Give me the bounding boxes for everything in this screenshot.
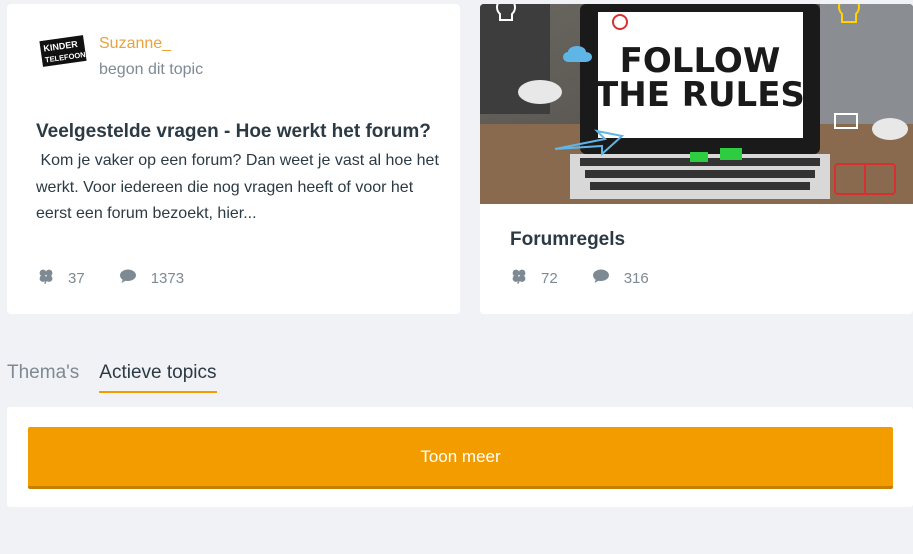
clover-icon	[38, 268, 54, 288]
topic-stats: 72 316	[511, 268, 683, 288]
tab-actieve-topics[interactable]: Actieve topics	[99, 362, 217, 393]
hero-text-rules: THE RULES	[595, 75, 805, 115]
kindertelefoon-logo: KINDER TELEFOON	[39, 34, 87, 68]
show-more-button[interactable]: Toon meer	[28, 427, 893, 489]
replies-count: 316	[623, 269, 649, 287]
follow-the-rules-image[interactable]: FOLLOW THE RULES	[480, 4, 913, 204]
topic-card-faq[interactable]: KINDER TELEFOON Suzanne_ begon dit topic…	[7, 4, 460, 314]
topic-title[interactable]: Forumregels	[510, 229, 625, 251]
speech-bubble-icon	[119, 268, 137, 288]
clover-icon	[511, 268, 527, 288]
topic-title[interactable]: Veelgestelde vragen - Hoe werkt het foru…	[36, 121, 431, 143]
active-topics-panel: Toon meer	[7, 407, 913, 507]
topic-started-label: begon dit topic	[99, 61, 204, 78]
author-name[interactable]: Suzanne_	[99, 35, 171, 53]
tab-themas[interactable]: Thema's	[7, 362, 79, 393]
topic-excerpt: Kom je vaker op een forum? Dan weet je v…	[36, 152, 444, 222]
speech-bubble-icon	[592, 268, 610, 288]
likes-count: 72	[541, 269, 558, 287]
topic-tabs: Thema's Actieve topics	[7, 362, 237, 393]
likes-count: 37	[68, 269, 85, 287]
replies-count: 1373	[150, 269, 185, 287]
topic-card-rules[interactable]: FOLLOW THE RULES Forumregels 72 316	[480, 4, 913, 314]
topic-stats: 37 1373	[38, 268, 218, 288]
